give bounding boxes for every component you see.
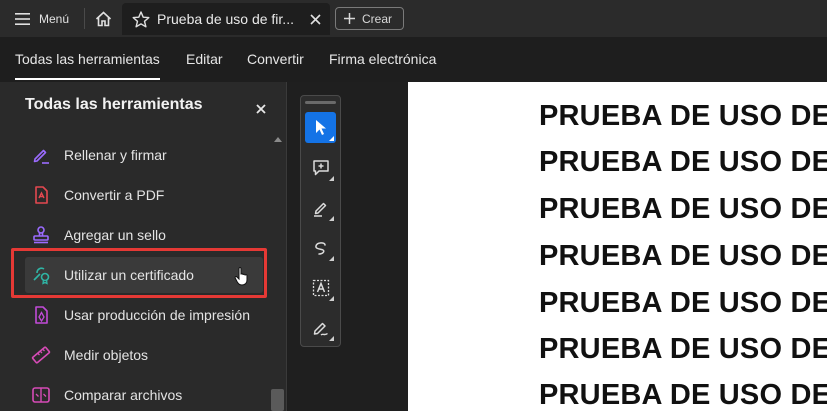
tool-label: Rellenar y firmar: [64, 147, 167, 163]
star-icon[interactable]: [132, 10, 150, 28]
plus-icon: [344, 13, 355, 24]
document-text-line: PRUEBA DE USO DE FIRMA: [539, 333, 827, 365]
convert-pdf-icon: [35, 186, 48, 204]
more-tools-indicator: [329, 136, 334, 141]
document-text-line: PRUEBA DE USO DE FIRMA: [539, 287, 827, 319]
hamburger-icon: [15, 12, 30, 25]
stamp-icon: [33, 226, 49, 244]
sign-icon[interactable]: [305, 312, 336, 343]
tool-convert-to-pdf[interactable]: Convertir a PDF: [25, 177, 263, 213]
tool-label: Agregar un sello: [64, 227, 166, 243]
more-tools-indicator: [329, 216, 334, 221]
create-label: Crear: [362, 11, 393, 26]
tab-edit[interactable]: Editar: [186, 37, 223, 82]
document-text-line: PRUEBA DE USO DE FIRMA: [539, 100, 827, 132]
tool-compare-files[interactable]: Comparar archivos: [25, 377, 263, 411]
measure-icon: [31, 346, 51, 364]
pdf-page[interactable]: PRUEBA DE USO DE FIRMA PRUEBA DE USO DE …: [408, 82, 827, 411]
document-text-line: PRUEBA DE USO DE FIRMA: [539, 146, 827, 178]
document-text-line: PRUEBA DE USO DE FIRMA: [539, 240, 827, 272]
close-panel-icon[interactable]: [254, 102, 268, 116]
scroll-up-icon[interactable]: [270, 132, 285, 146]
tool-measure-objects[interactable]: Medir objetos: [25, 337, 263, 373]
fill-sign-icon: [33, 149, 49, 164]
panel-scrollbar[interactable]: [270, 132, 285, 411]
highlight-annotation-box: [11, 248, 267, 298]
panel-title: Todas las herramientas: [25, 96, 203, 113]
home-button[interactable]: [88, 0, 118, 37]
menu-label: Menú: [39, 11, 70, 26]
text-select-icon[interactable]: [305, 272, 336, 303]
toolbar-grip[interactable]: [305, 101, 336, 104]
tab-convert[interactable]: Convertir: [247, 37, 304, 82]
highlight-icon[interactable]: [305, 192, 336, 223]
tool-nav-bar: Todas las herramientas Editar Convertir …: [0, 37, 827, 82]
close-tab-icon[interactable]: [307, 11, 323, 27]
tool-print-production[interactable]: Usar producción de impresión: [25, 297, 263, 333]
tab-e-signature[interactable]: Firma electrónica: [329, 37, 436, 82]
tool-label: Comparar archivos: [64, 387, 183, 403]
title-bar: Menú Prueba de uso de fir... Crear: [0, 0, 827, 37]
document-text-line: PRUEBA DE USO DE FIRMA: [539, 379, 827, 411]
menu-button[interactable]: Menú: [0, 0, 84, 37]
tool-label: Medir objetos: [64, 347, 149, 363]
quick-tools-toolbar: [300, 95, 341, 347]
more-tools-indicator: [329, 256, 334, 261]
more-tools-indicator: [329, 336, 334, 341]
select-cursor-icon[interactable]: [305, 112, 336, 143]
tab-all-tools[interactable]: Todas las herramientas: [15, 37, 160, 82]
home-icon: [95, 10, 111, 26]
create-button[interactable]: Crear: [335, 7, 404, 30]
compare-icon: [32, 387, 50, 403]
all-tools-panel: Todas las herramientas Rellenar y firmar…: [0, 82, 287, 411]
tool-fill-and-sign[interactable]: Rellenar y firmar: [25, 137, 263, 173]
add-comment-icon[interactable]: [305, 152, 336, 183]
draw-freehand-icon[interactable]: [305, 232, 336, 263]
tool-label: Usar producción de impresión: [64, 307, 250, 323]
document-tab-title: Prueba de uso de fir...: [157, 11, 294, 27]
document-tab[interactable]: Prueba de uso de fir...: [122, 3, 330, 35]
more-tools-indicator: [329, 176, 334, 181]
print-production-icon: [35, 306, 48, 324]
document-text-line: PRUEBA DE USO DE FIRMA: [539, 193, 827, 225]
divider: [84, 8, 85, 29]
more-tools-indicator: [329, 296, 334, 301]
scrollbar-thumb[interactable]: [271, 389, 284, 411]
tool-label: Convertir a PDF: [64, 187, 165, 203]
